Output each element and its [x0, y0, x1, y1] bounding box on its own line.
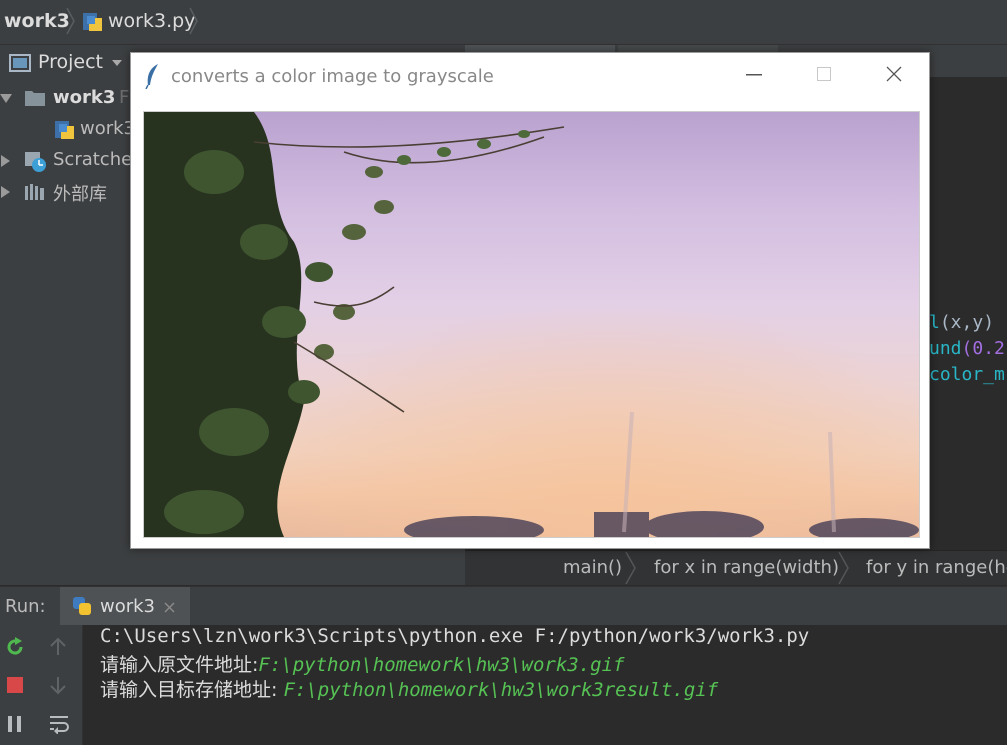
expand-arrow-icon[interactable] — [1, 155, 11, 167]
console-prompt: 请输入目标存储地址: — [100, 679, 284, 701]
minimize-icon — [746, 74, 762, 76]
landscape-image — [144, 112, 919, 537]
crumb-for-y[interactable]: for y in range(he — [866, 557, 1007, 578]
crumb-for-x[interactable]: for x in range(width) — [654, 557, 839, 578]
crumb-main[interactable]: main() — [563, 557, 622, 578]
console-line: 请输入目标存储地址: F:\python\homework\hw3\work3r… — [100, 675, 718, 702]
project-title[interactable]: Project — [38, 51, 103, 73]
run-console[interactable]: C:\Users\lzn\work3\Scripts\python.exe F:… — [83, 625, 1007, 745]
tree-item-label: work3 — [53, 87, 116, 108]
python-file-icon — [73, 597, 91, 615]
pause-icon[interactable] — [6, 714, 24, 734]
console-input: F:\python\homework\hw3\work3result.gif — [283, 679, 719, 701]
maximize-button[interactable] — [789, 53, 859, 97]
image-canvas[interactable] — [143, 111, 920, 538]
stop-icon[interactable] — [6, 676, 24, 694]
chevron-right-icon — [189, 7, 198, 35]
chevron-right-icon — [838, 551, 849, 585]
project-view-icon — [9, 54, 31, 72]
run-tab-label: work3 — [100, 596, 156, 617]
run-label: Run: — [5, 596, 46, 617]
run-tab-work3[interactable]: work3 — [60, 587, 190, 626]
minimize-button[interactable] — [719, 53, 789, 97]
code-breadcrumbs: main() for x in range(width) for y in ra… — [465, 550, 1007, 585]
chevron-right-icon — [625, 551, 636, 585]
console-command: C:\Users\lzn\work3\Scripts\python.exe F:… — [100, 625, 810, 647]
run-toolbar — [0, 625, 83, 745]
library-icon — [25, 184, 44, 200]
chevron-right-icon — [66, 7, 75, 35]
window-title: converts a color image to grayscale — [171, 66, 494, 87]
tree-item-label: 外部库 — [53, 184, 107, 205]
close-icon — [886, 66, 902, 82]
nav-project[interactable]: work3 — [4, 10, 70, 32]
scratches-icon — [25, 152, 46, 172]
app-window[interactable]: converts a color image to grayscale — [130, 52, 930, 549]
tree-item-label: work3 — [80, 118, 136, 139]
up-icon[interactable] — [48, 637, 68, 657]
code-line: l(x,y) — [929, 312, 995, 333]
python-file-icon — [55, 121, 74, 139]
console-line: 请输入原文件地址:F:\python\homework\hw3\work3.gi… — [100, 650, 624, 677]
chevron-down-icon[interactable] — [112, 60, 122, 67]
close-button[interactable] — [859, 53, 929, 97]
run-panel-header: Run: work3 — [0, 586, 1007, 626]
folder-icon — [25, 91, 45, 106]
tree-item-label: Scratches — [53, 149, 142, 170]
code-line: color_m — [929, 364, 1005, 385]
console-input: F:\python\homework\hw3\work3.gif — [258, 654, 625, 676]
nav-file[interactable]: work3.py — [108, 10, 195, 32]
expand-arrow-icon[interactable] — [1, 186, 11, 198]
rerun-icon[interactable] — [5, 637, 25, 657]
maximize-icon — [817, 67, 831, 81]
console-prompt: 请输入原文件地址: — [100, 654, 259, 676]
expand-arrow-icon[interactable] — [0, 94, 12, 104]
tree-item-path: F — [119, 87, 130, 108]
feather-icon — [145, 64, 158, 89]
navigation-bar: work3 work3.py — [0, 0, 1007, 45]
wrap-icon[interactable] — [48, 714, 70, 734]
close-icon[interactable] — [164, 602, 175, 613]
python-file-icon — [83, 13, 102, 31]
code-line: und(0.2 — [929, 338, 1005, 359]
down-icon[interactable] — [48, 675, 68, 695]
